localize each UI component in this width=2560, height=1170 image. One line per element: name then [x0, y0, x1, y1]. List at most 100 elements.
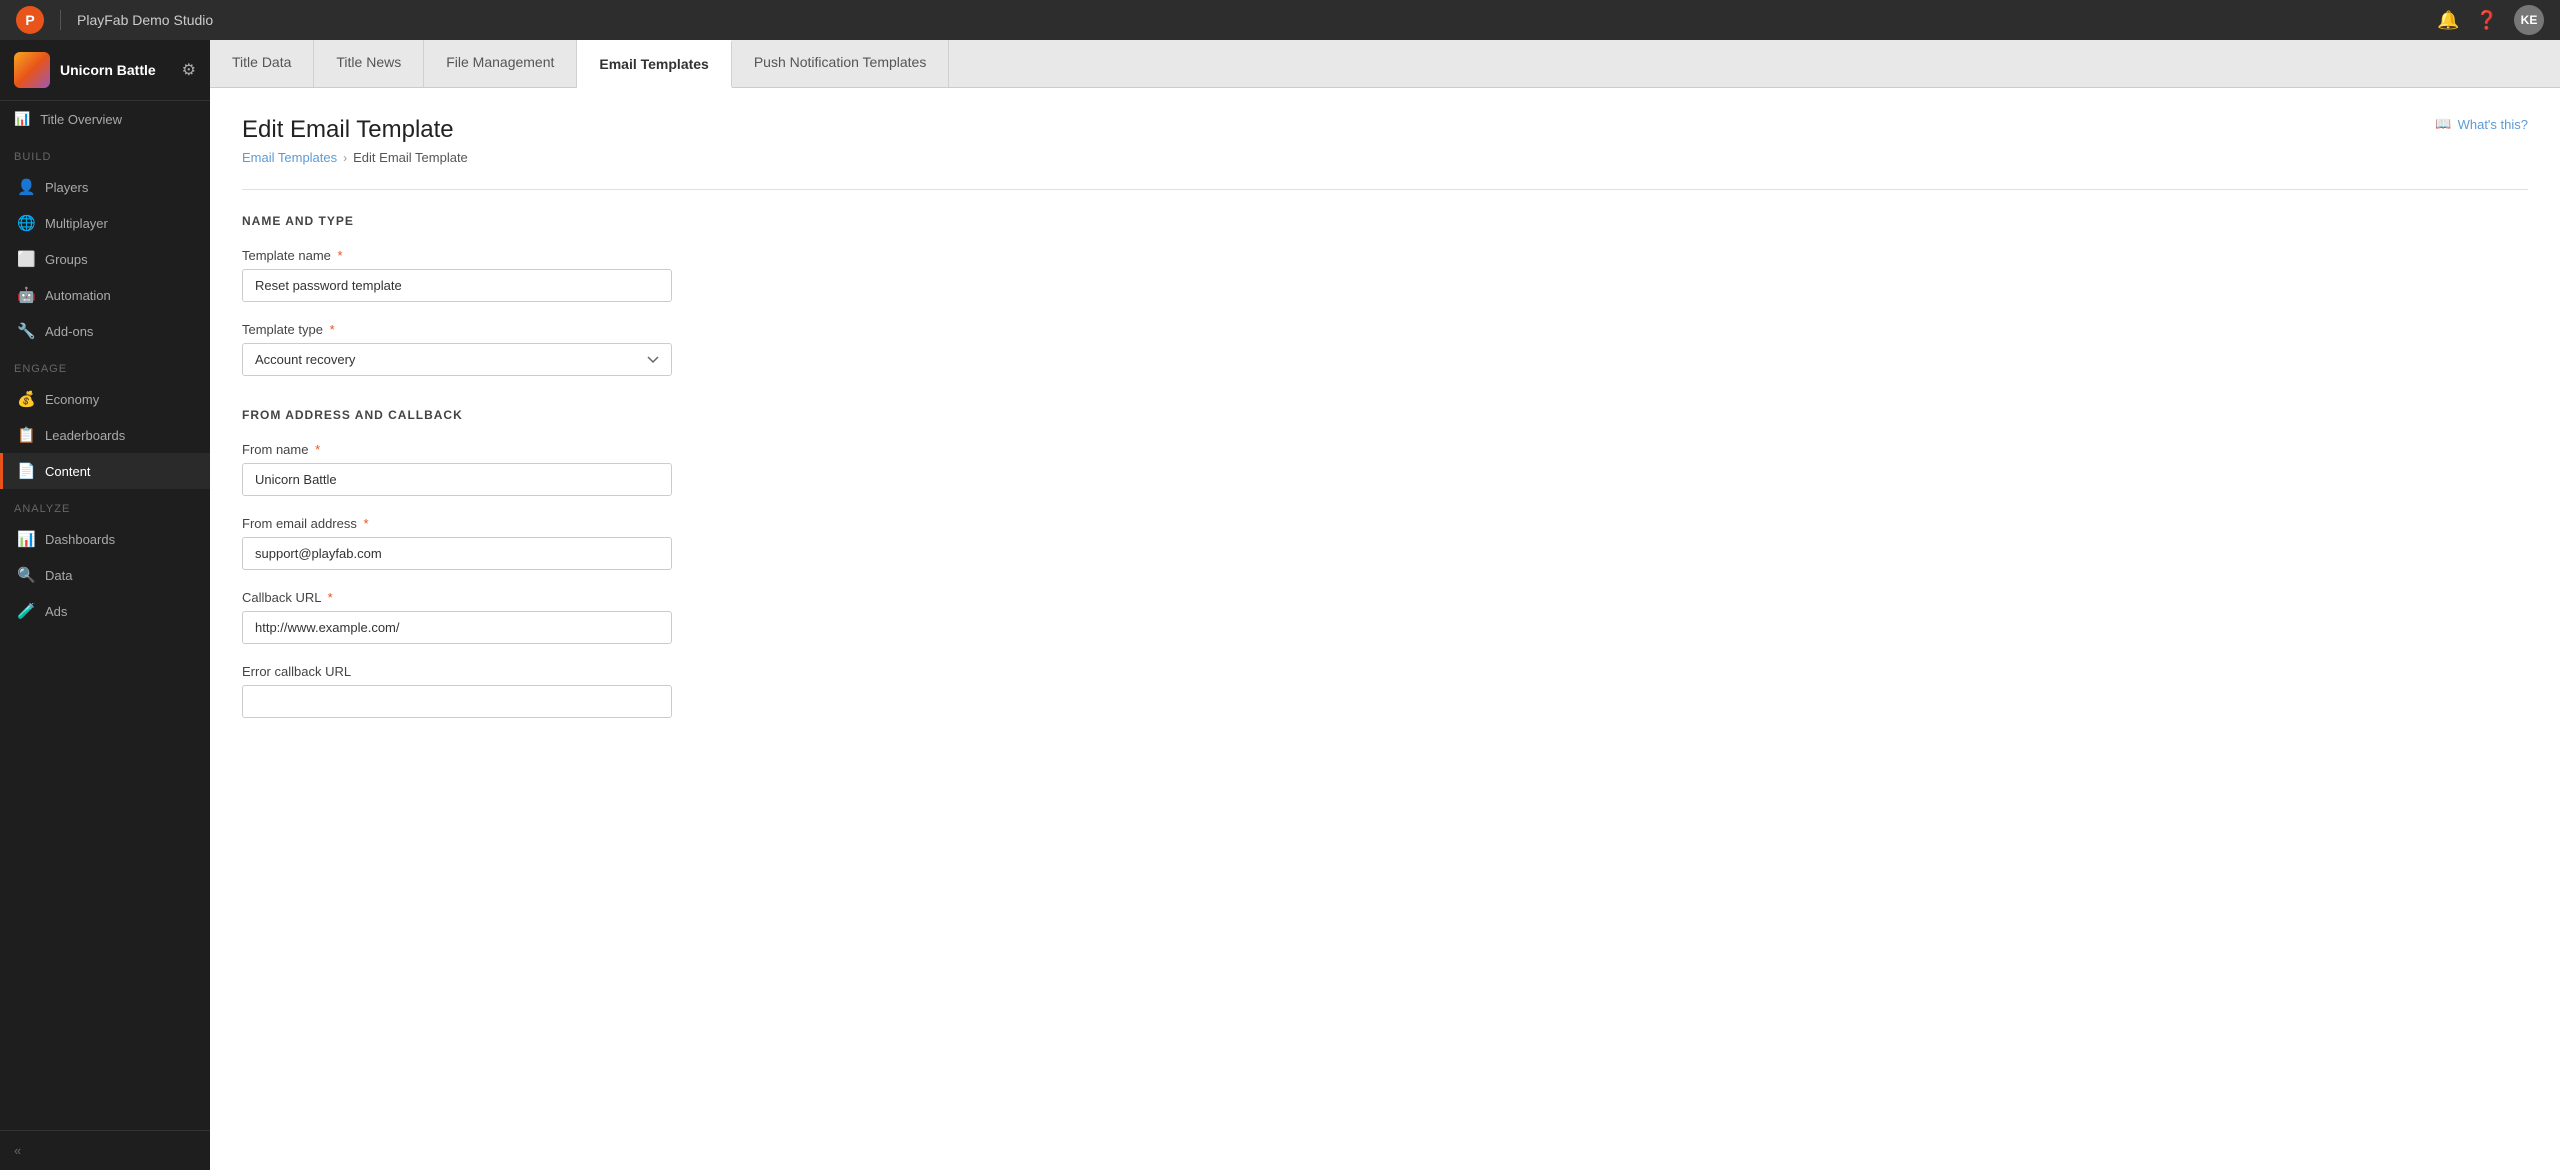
- whats-this-label: What's this?: [2458, 117, 2528, 132]
- top-bar-icons: 🔔 ❓ KE: [2437, 5, 2544, 35]
- template-type-select[interactable]: Account recovery Custom: [242, 343, 672, 376]
- callback-url-group: Callback URL *: [242, 590, 2528, 644]
- book-icon: 📖: [2435, 116, 2451, 132]
- sidebar-item-content[interactable]: 📄 Content: [0, 453, 210, 489]
- analyze-section-label: ANALYZE: [0, 489, 210, 521]
- section-divider: [242, 189, 2528, 190]
- required-star-5: *: [328, 590, 333, 605]
- sidebar-item-ads[interactable]: 🧪 Ads: [0, 593, 210, 629]
- page-header: Edit Email Template 📖 What's this?: [242, 116, 2528, 144]
- whats-this-button[interactable]: 📖 What's this?: [2435, 116, 2528, 132]
- dashboards-icon: 📊: [17, 530, 35, 548]
- section1-title: NAME AND TYPE: [242, 214, 2528, 228]
- main-layout: Unicorn Battle ⚙ 📊 Title Overview BUILD …: [0, 40, 2560, 1170]
- notification-icon[interactable]: 🔔: [2437, 10, 2459, 31]
- from-name-input[interactable]: [242, 463, 672, 496]
- dashboards-label: Dashboards: [45, 532, 115, 547]
- required-star-1: *: [338, 248, 343, 263]
- players-label: Players: [45, 180, 88, 195]
- game-icon: [14, 52, 50, 88]
- data-icon: 🔍: [17, 566, 35, 584]
- leaderboards-icon: 📋: [17, 426, 35, 444]
- error-callback-url-label: Error callback URL: [242, 664, 2528, 679]
- economy-label: Economy: [45, 392, 99, 407]
- tab-push-notifications[interactable]: Push Notification Templates: [732, 40, 950, 87]
- breadcrumb-current: Edit Email Template: [353, 150, 468, 165]
- required-star-3: *: [315, 442, 320, 457]
- template-name-group: Template name *: [242, 248, 2528, 302]
- collapse-icon: «: [14, 1143, 21, 1158]
- tab-title-news[interactable]: Title News: [314, 40, 424, 87]
- engage-section-label: ENGAGE: [0, 349, 210, 381]
- groups-icon: ⬜: [17, 250, 35, 268]
- sidebar-item-addons[interactable]: 🔧 Add-ons: [0, 313, 210, 349]
- from-name-label: From name *: [242, 442, 2528, 457]
- sidebar-item-multiplayer[interactable]: 🌐 Multiplayer: [0, 205, 210, 241]
- content-label: Content: [45, 464, 91, 479]
- page-title: Edit Email Template: [242, 116, 454, 144]
- sidebar-item-data[interactable]: 🔍 Data: [0, 557, 210, 593]
- build-section-label: BUILD: [0, 137, 210, 169]
- sidebar-item-title-overview[interactable]: 📊 Title Overview: [0, 101, 210, 137]
- addons-icon: 🔧: [17, 322, 35, 340]
- ads-label: Ads: [45, 604, 67, 619]
- breadcrumb-link[interactable]: Email Templates: [242, 150, 337, 165]
- page-content: Edit Email Template 📖 What's this? Email…: [210, 88, 2560, 1170]
- ads-icon: 🧪: [17, 602, 35, 620]
- sidebar-game: Unicorn Battle ⚙: [0, 40, 210, 101]
- tab-bar: Title Data Title News File Management Em…: [210, 40, 2560, 88]
- tab-file-management[interactable]: File Management: [424, 40, 577, 87]
- overview-label: Title Overview: [40, 112, 122, 127]
- sidebar-item-groups[interactable]: ⬜ Groups: [0, 241, 210, 277]
- tab-title-data[interactable]: Title Data: [210, 40, 314, 87]
- required-star-4: *: [364, 516, 369, 531]
- content-icon: 📄: [17, 462, 35, 480]
- settings-icon[interactable]: ⚙: [182, 60, 196, 80]
- from-email-label: From email address *: [242, 516, 2528, 531]
- callback-url-label: Callback URL *: [242, 590, 2528, 605]
- groups-label: Groups: [45, 252, 88, 267]
- breadcrumb: Email Templates › Edit Email Template: [242, 150, 2528, 165]
- top-bar-divider: [60, 10, 61, 30]
- sidebar-item-leaderboards[interactable]: 📋 Leaderboards: [0, 417, 210, 453]
- chart-icon: 📊: [14, 111, 30, 127]
- sidebar-collapse-button[interactable]: «: [0, 1130, 210, 1170]
- name-and-type-section: NAME AND TYPE Template name * Template t…: [242, 214, 2528, 376]
- addons-label: Add-ons: [45, 324, 93, 339]
- required-star-2: *: [330, 322, 335, 337]
- sidebar: Unicorn Battle ⚙ 📊 Title Overview BUILD …: [0, 40, 210, 1170]
- sidebar-item-players[interactable]: 👤 Players: [0, 169, 210, 205]
- sidebar-item-economy[interactable]: 💰 Economy: [0, 381, 210, 417]
- section2-title: FROM ADDRESS AND CALLBACK: [242, 408, 2528, 422]
- callback-url-input[interactable]: [242, 611, 672, 644]
- automation-label: Automation: [45, 288, 111, 303]
- template-type-label: Template type *: [242, 322, 2528, 337]
- players-icon: 👤: [17, 178, 35, 196]
- economy-icon: 💰: [17, 390, 35, 408]
- multiplayer-icon: 🌐: [17, 214, 35, 232]
- content-area: Title Data Title News File Management Em…: [210, 40, 2560, 1170]
- data-label: Data: [45, 568, 72, 583]
- top-bar: P PlayFab Demo Studio 🔔 ❓ KE: [0, 0, 2560, 40]
- from-address-section: FROM ADDRESS AND CALLBACK From name * Fr…: [242, 408, 2528, 718]
- help-icon[interactable]: ❓: [2476, 10, 2498, 31]
- template-name-input[interactable]: [242, 269, 672, 302]
- error-callback-url-group: Error callback URL: [242, 664, 2528, 718]
- from-name-group: From name *: [242, 442, 2528, 496]
- from-email-group: From email address *: [242, 516, 2528, 570]
- game-name: Unicorn Battle: [60, 62, 156, 78]
- template-type-group: Template type * Account recovery Custom: [242, 322, 2528, 376]
- from-email-input[interactable]: [242, 537, 672, 570]
- breadcrumb-separator: ›: [343, 151, 347, 165]
- app-title: PlayFab Demo Studio: [77, 12, 2427, 28]
- automation-icon: 🤖: [17, 286, 35, 304]
- template-name-label: Template name *: [242, 248, 2528, 263]
- tab-email-templates[interactable]: Email Templates: [577, 40, 731, 88]
- error-callback-url-input[interactable]: [242, 685, 672, 718]
- sidebar-item-dashboards[interactable]: 📊 Dashboards: [0, 521, 210, 557]
- sidebar-item-automation[interactable]: 🤖 Automation: [0, 277, 210, 313]
- app-logo: P: [16, 6, 44, 34]
- multiplayer-label: Multiplayer: [45, 216, 108, 231]
- user-avatar[interactable]: KE: [2514, 5, 2544, 35]
- leaderboards-label: Leaderboards: [45, 428, 125, 443]
